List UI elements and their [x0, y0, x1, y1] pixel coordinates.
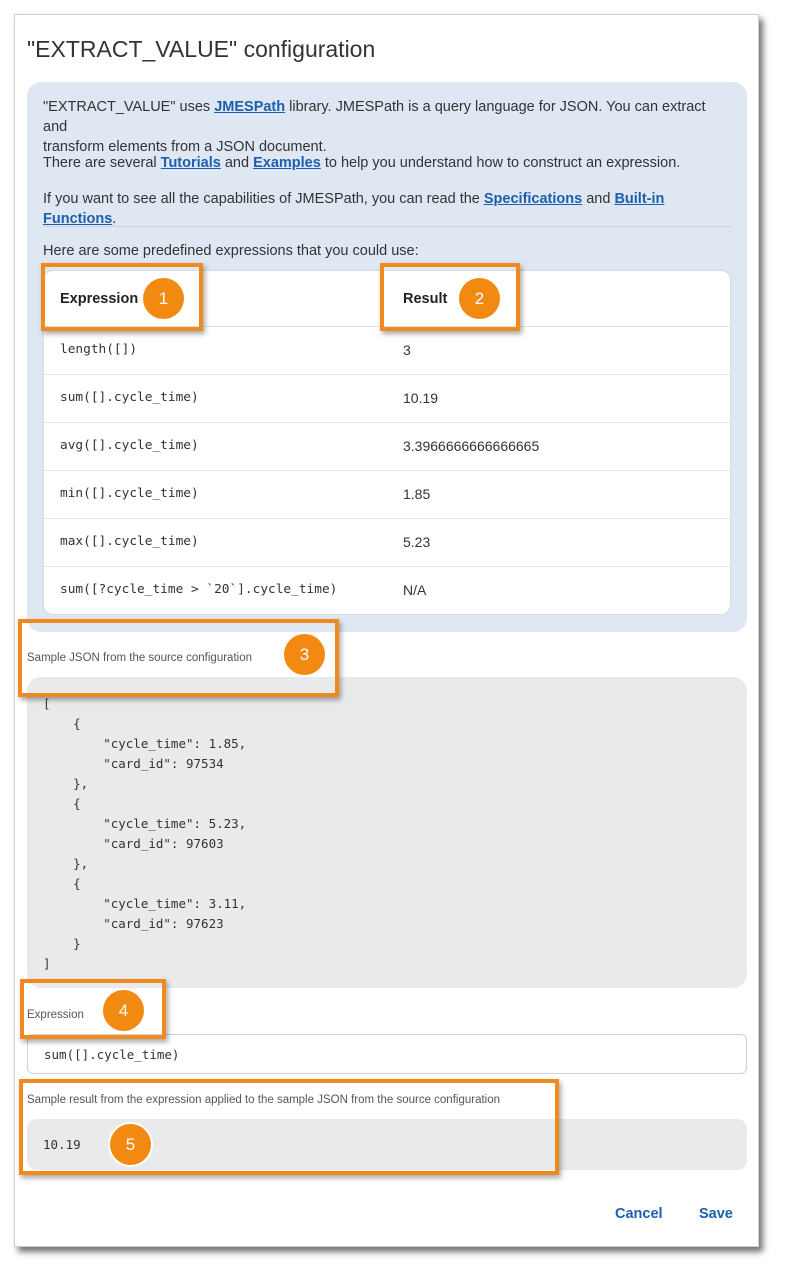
- expression-cell: sum([].cycle_time): [60, 390, 199, 405]
- save-button[interactable]: Save: [699, 1206, 733, 1222]
- callout-frame-4: [20, 979, 166, 1039]
- callout-badge-3: 3: [284, 634, 325, 675]
- json-line: "cycle_time": 5.23,: [43, 816, 247, 831]
- table-row: length([]) 3: [44, 327, 730, 375]
- callout-badge-2: 2: [459, 278, 500, 319]
- expression-cell: sum([?cycle_time > `20`].cycle_time): [60, 582, 338, 597]
- info-text: There are several: [43, 155, 161, 171]
- callout-frame-5: [19, 1079, 559, 1175]
- json-line: [: [43, 696, 51, 711]
- callout-badge-5: 5: [110, 1124, 151, 1165]
- info-paragraph-2: There are several Tutorials and Examples…: [43, 153, 733, 173]
- dialog-title: "EXTRACT_VALUE" configuration: [27, 36, 376, 62]
- specifications-link[interactable]: Specifications: [484, 191, 582, 207]
- examples-link[interactable]: Examples: [253, 155, 321, 171]
- tutorials-link[interactable]: Tutorials: [161, 155, 221, 171]
- info-text: .: [112, 211, 117, 227]
- json-line: "card_id": 97623: [43, 916, 224, 931]
- table-row: max([].cycle_time) 5.23: [44, 519, 730, 567]
- callout-badge-1: 1: [143, 278, 184, 319]
- expression-cell: avg([].cycle_time): [60, 438, 199, 453]
- json-line: },: [43, 776, 89, 791]
- expression-cell: min([].cycle_time): [60, 486, 199, 501]
- info-paragraph-1: "EXTRACT_VALUE" uses JMESPath library. J…: [43, 97, 733, 157]
- result-cell: 3: [403, 342, 411, 358]
- json-line: {: [43, 716, 81, 731]
- table-row: avg([].cycle_time) 3.3966666666666665: [44, 423, 730, 471]
- result-cell: N/A: [403, 582, 427, 598]
- sample-json-block: [27, 677, 747, 988]
- info-text: "EXTRACT_VALUE" uses: [43, 99, 215, 115]
- callout-badge-4: 4: [103, 990, 144, 1031]
- result-cell: 5.23: [403, 534, 431, 550]
- json-line: "cycle_time": 1.85,: [43, 736, 247, 751]
- info-text: and: [582, 191, 615, 207]
- json-line: "cycle_time": 3.11,: [43, 896, 247, 911]
- result-cell: 1.85: [403, 486, 431, 502]
- table-row: sum([].cycle_time) 10.19: [44, 375, 730, 423]
- predefined-intro: Here are some predefined expressions tha…: [43, 243, 419, 259]
- info-paragraph-3: If you want to see all the capabilities …: [43, 189, 733, 229]
- json-line: {: [43, 876, 81, 891]
- divider: [43, 226, 731, 227]
- json-line: }: [43, 936, 81, 951]
- expression-input[interactable]: sum([].cycle_time): [27, 1034, 747, 1074]
- json-line: ]: [43, 956, 51, 971]
- json-line: {: [43, 796, 81, 811]
- json-line: },: [43, 856, 89, 871]
- json-line: "card_id": 97534: [43, 756, 224, 771]
- result-cell: 3.3966666666666665: [403, 438, 540, 454]
- jmespath-link[interactable]: JMESPath: [214, 99, 285, 115]
- info-text: to help you understand how to construct …: [320, 155, 681, 171]
- info-text: and: [220, 155, 254, 171]
- result-cell: 10.19: [403, 390, 439, 406]
- cancel-button[interactable]: Cancel: [615, 1206, 663, 1222]
- expression-cell: max([].cycle_time): [60, 534, 199, 549]
- json-line: "card_id": 97603: [43, 836, 224, 851]
- table-row: min([].cycle_time) 1.85: [44, 471, 730, 519]
- info-text: If you want to see all the capabilities …: [43, 191, 484, 207]
- expression-cell: length([]): [60, 342, 138, 357]
- table-row: sum([?cycle_time > `20`].cycle_time) N/A: [44, 567, 730, 614]
